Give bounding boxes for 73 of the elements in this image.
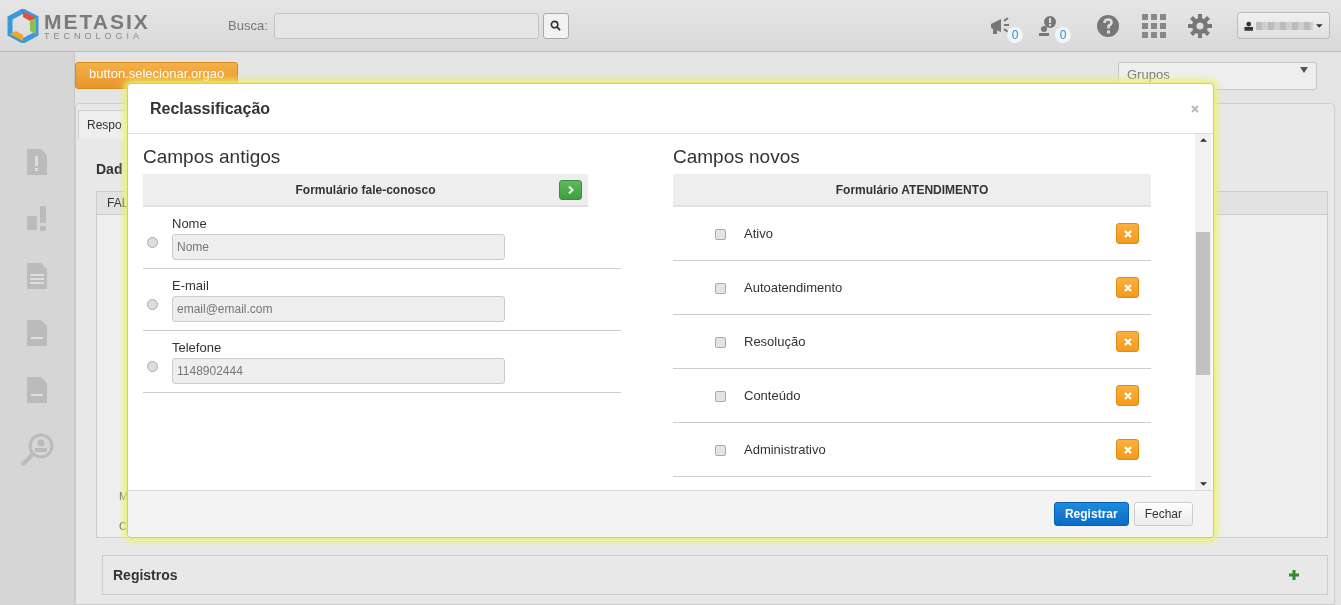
remove-button[interactable] xyxy=(1116,385,1139,406)
dialog-button[interactable]: Fechar xyxy=(1133,502,1193,526)
close-icon xyxy=(1123,283,1132,292)
megaphone-icon[interactable] xyxy=(989,14,1011,37)
field-label: Resolução xyxy=(744,334,807,349)
user-icon xyxy=(1244,20,1254,31)
field-label: Administrativo xyxy=(744,442,827,457)
checkbox[interactable] xyxy=(715,337,726,348)
blurred-username xyxy=(1256,21,1314,30)
close-icon[interactable] xyxy=(1191,104,1199,113)
notification-count: 0 xyxy=(1007,26,1023,43)
notification-count: 0 xyxy=(1055,26,1071,43)
field-label: Ativo xyxy=(744,226,774,241)
user-search-icon[interactable] xyxy=(19,432,55,468)
input-field[interactable]: Nome xyxy=(172,233,505,260)
chevron-right-icon xyxy=(567,185,574,194)
remove-button[interactable] xyxy=(1116,439,1139,460)
field-label: Nome xyxy=(172,215,208,231)
caret-icon xyxy=(1300,67,1308,73)
checkbox[interactable] xyxy=(715,445,726,456)
alert-person-icon[interactable] xyxy=(1037,14,1059,37)
scroll-down-icon[interactable] xyxy=(1199,482,1207,486)
search-field[interactable] xyxy=(273,12,539,39)
remove-button[interactable] xyxy=(1116,331,1139,352)
close-icon xyxy=(1123,229,1132,238)
radio-button[interactable] xyxy=(147,237,158,248)
document-transfer-icon[interactable] xyxy=(25,375,49,405)
document-alert-icon[interactable] xyxy=(25,147,49,177)
groups-select[interactable]: Grupos xyxy=(1118,62,1317,90)
document-lines-icon[interactable] xyxy=(25,261,49,291)
field-label: Conteúdo xyxy=(744,388,802,403)
move-button[interactable] xyxy=(559,179,582,200)
section-heading: Campos novos xyxy=(673,146,801,168)
help-icon[interactable] xyxy=(1096,13,1120,38)
section-title: Dad xyxy=(96,161,124,177)
document-alert-icon[interactable] xyxy=(25,204,49,234)
logo-tagline: TECNOLOGIA xyxy=(44,31,144,41)
records-title: Registros xyxy=(113,567,178,583)
radio-button[interactable] xyxy=(147,361,158,372)
form-name: Formulário ATENDIMENTO xyxy=(835,182,989,197)
dialog-button[interactable]: Registrar xyxy=(1053,502,1129,526)
form-name: Formulário fale-conosco xyxy=(295,182,436,197)
caret-icon xyxy=(1316,23,1323,28)
input-field[interactable]: email@email.com xyxy=(172,295,505,322)
field-label: Telefone xyxy=(172,339,223,355)
close-icon xyxy=(1123,391,1132,400)
checkbox[interactable] xyxy=(715,391,726,402)
scroll-up-icon[interactable] xyxy=(1199,138,1207,142)
dialog-title: Reclassificação xyxy=(150,99,271,118)
checkbox[interactable] xyxy=(715,229,726,240)
close-icon xyxy=(1123,337,1132,346)
scrollbar[interactable] xyxy=(1195,134,1211,490)
logo-name: METASIX xyxy=(44,10,150,32)
plus-icon[interactable] xyxy=(1289,570,1299,580)
user-menu-button[interactable] xyxy=(1237,12,1330,39)
field-label: M xyxy=(119,490,130,502)
field-label: Autoatendimento xyxy=(744,280,844,295)
search-label: Busca: xyxy=(228,18,268,33)
logo-icon xyxy=(6,8,40,43)
field-label: E-mail xyxy=(172,277,210,293)
settings-icon[interactable] xyxy=(1188,13,1212,38)
section-heading: Campos antigos xyxy=(143,146,282,168)
field-label: C xyxy=(119,520,128,532)
checkbox[interactable] xyxy=(715,283,726,294)
apps-grid-icon[interactable] xyxy=(1142,13,1166,38)
search-button[interactable] xyxy=(542,12,569,39)
input-field[interactable]: 1148902444 xyxy=(172,357,505,384)
remove-button[interactable] xyxy=(1116,277,1139,298)
search-icon xyxy=(550,20,562,31)
radio-button[interactable] xyxy=(147,299,158,310)
document-transfer-icon[interactable] xyxy=(25,318,49,348)
close-icon xyxy=(1123,445,1132,454)
remove-button[interactable] xyxy=(1116,223,1139,244)
